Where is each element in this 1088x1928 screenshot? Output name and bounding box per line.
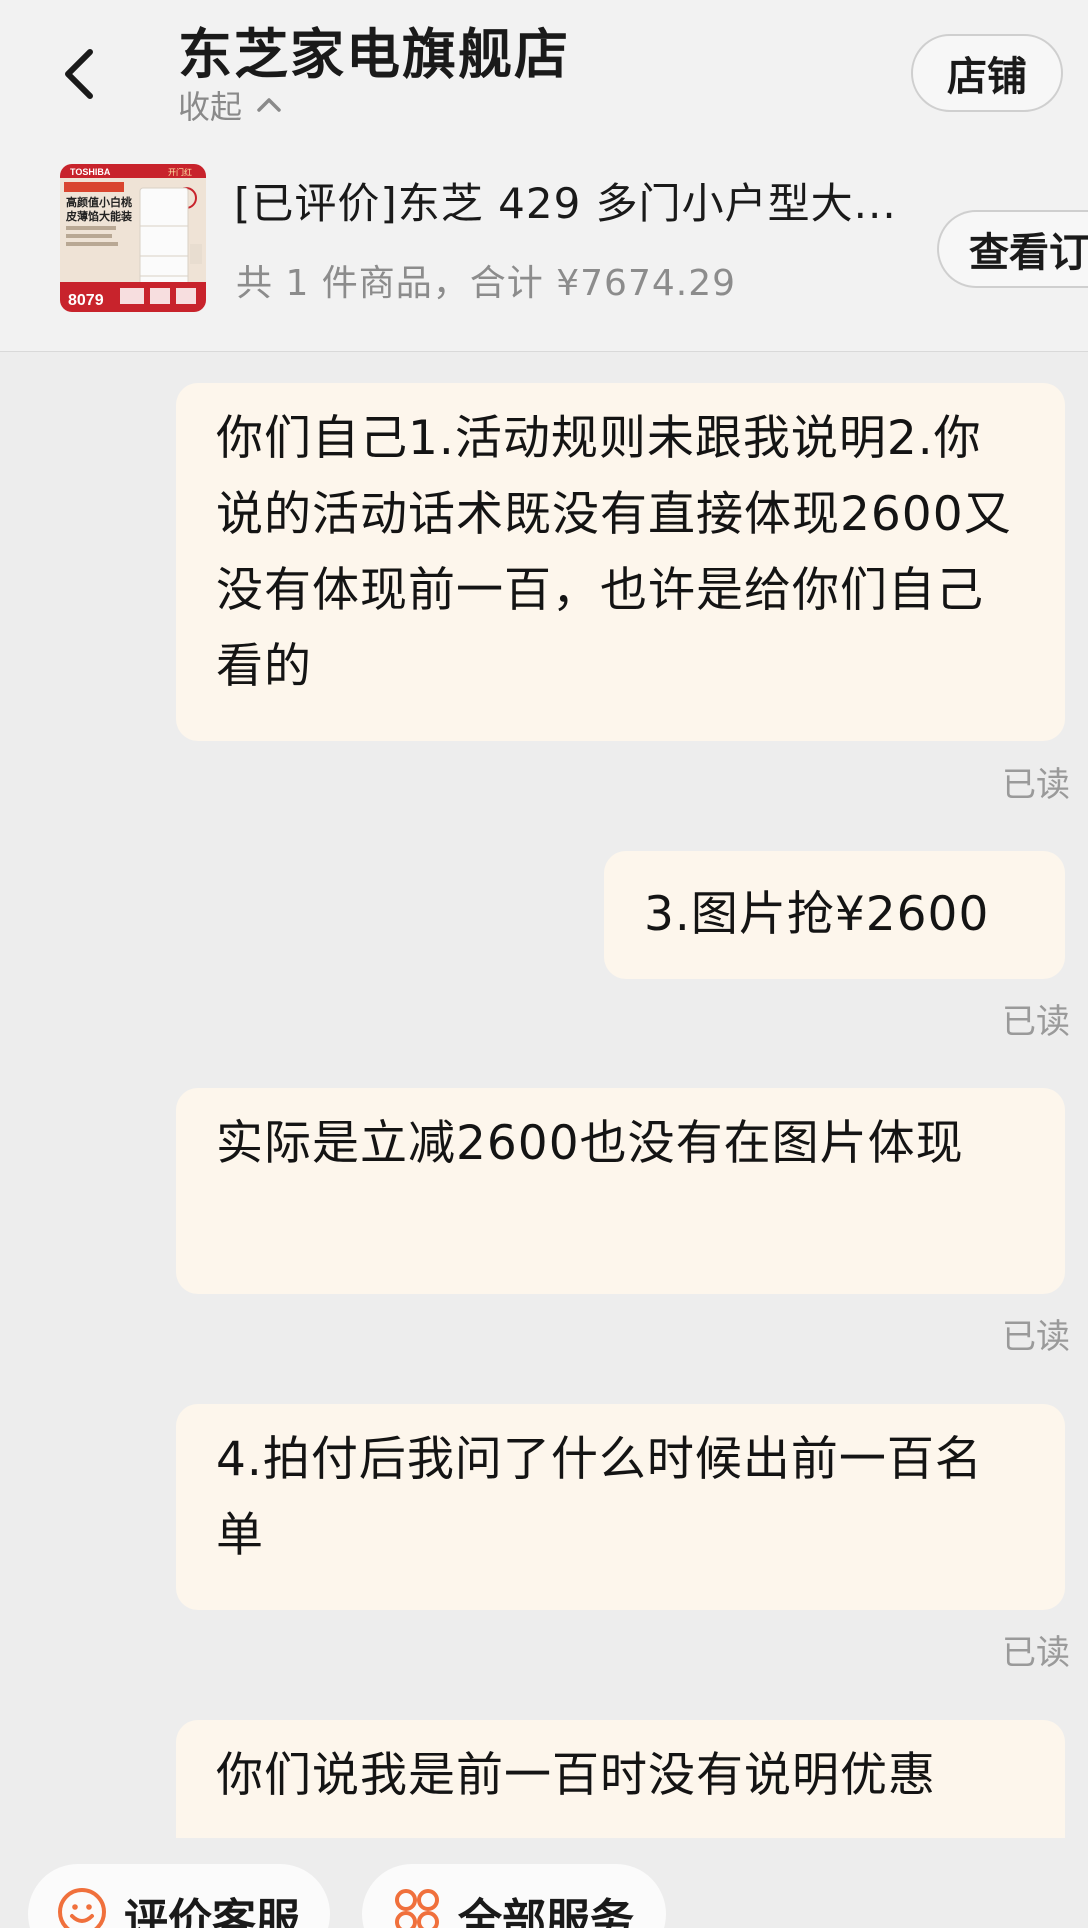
thumbnail-headline-1: 高颜值小白桃 <box>66 195 132 209</box>
bottom-bar: 评价客服 全部服务 <box>0 1838 1088 1928</box>
message-bubble[interactable]: 3.图片抢¥2600 <box>604 851 1065 979</box>
thumbnail-headline-2: 皮薄馅大能装 <box>65 209 132 223</box>
smiley-icon <box>58 1888 106 1928</box>
product-summary: 共 1 件商品，合计 ¥7674.29 <box>236 263 737 304</box>
thumbnail-brand: TOSHIBA <box>70 167 111 177</box>
chevron-up-icon <box>257 98 281 112</box>
back-button[interactable] <box>52 38 104 110</box>
message-bubble[interactable]: 你们自己1.活动规则未跟我说明2.你说的活动话术既没有直接体现2600又没有体现… <box>176 383 1065 741</box>
thumbnail-tag: 开门红 <box>168 167 192 177</box>
read-status: 已读 <box>1002 1002 1070 1042</box>
read-status: 已读 <box>1002 1633 1070 1673</box>
thumbnail-price: 8079 <box>68 292 104 309</box>
chat-screen: 东芝家电旗舰店 收起 店铺 TOSHIBA 开门红 高颜值小白桃 皮薄馅大能装 <box>0 0 1088 1928</box>
product-thumbnail[interactable]: TOSHIBA 开门红 高颜值小白桃 皮薄馅大能装 8079 <box>60 164 206 312</box>
message-text: 你们说我是前一百时没有说明优惠 <box>216 1748 936 1803</box>
message-text: 4.拍付后我问了什么时候出前一百名单 <box>216 1432 983 1563</box>
message-bubble[interactable]: 4.拍付后我问了什么时候出前一百名单 <box>176 1404 1065 1610</box>
all-services-button[interactable]: 全部服务 <box>362 1864 666 1928</box>
product-title[interactable]: [已评价]东芝 429 多门小户型大... <box>234 170 914 231</box>
view-order-button[interactable]: 查看订单 <box>937 210 1088 288</box>
services-grid-icon <box>395 1889 439 1928</box>
message-text: 3.图片抢¥2600 <box>644 887 990 942</box>
rate-service-button[interactable]: 评价客服 <box>28 1864 330 1928</box>
shop-name: 东芝家电旗舰店 <box>178 23 570 86</box>
read-status: 已读 <box>1002 1317 1070 1357</box>
chevron-left-icon <box>65 49 93 99</box>
message-bubble[interactable]: 实际是立减2600也没有在图片体现 <box>176 1088 1065 1294</box>
read-status: 已读 <box>1002 765 1070 805</box>
message-text: 实际是立减2600也没有在图片体现 <box>216 1116 964 1171</box>
rate-service-label: 评价客服 <box>124 1895 300 1928</box>
collapse-toggle[interactable]: 收起 <box>178 82 282 128</box>
chat-header: 东芝家电旗舰店 收起 店铺 TOSHIBA 开门红 高颜值小白桃 皮薄馅大能装 <box>0 0 1088 352</box>
collapse-label: 收起 <box>178 88 243 126</box>
all-services-label: 全部服务 <box>458 1895 634 1928</box>
message-bubble[interactable]: 你们说我是前一百时没有说明优惠 <box>176 1720 1065 1838</box>
store-button[interactable]: 店铺 <box>911 34 1063 112</box>
product-image: TOSHIBA 开门红 高颜值小白桃 皮薄馅大能装 8079 <box>60 164 206 312</box>
message-text: 你们自己1.活动规则未跟我说明2.你说的活动话术既没有直接体现2600又没有体现… <box>216 411 1012 694</box>
